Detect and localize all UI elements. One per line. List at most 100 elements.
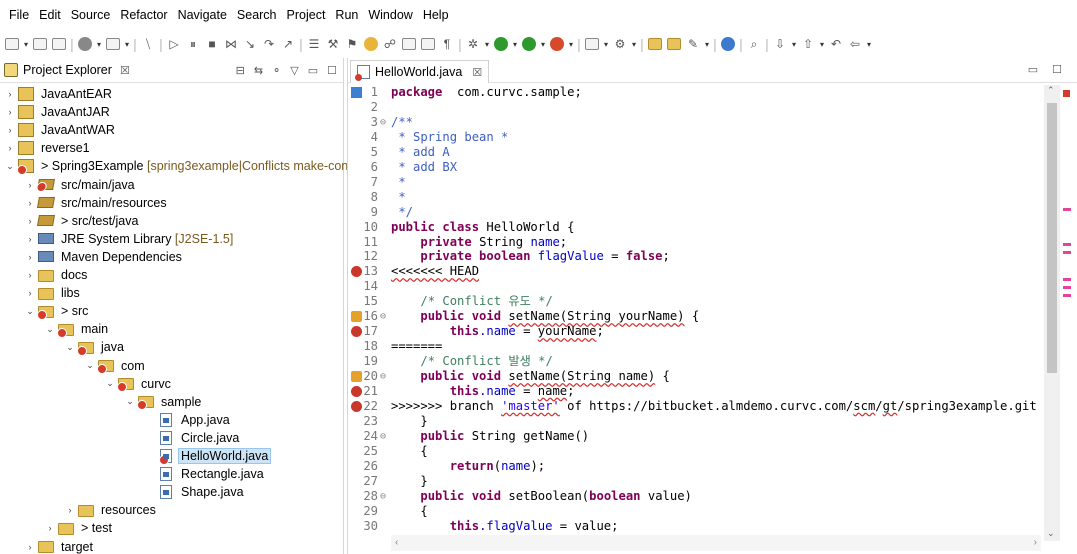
link-editor-icon[interactable]: ⇆ (254, 64, 263, 77)
chevron-right-icon[interactable]: › (1034, 537, 1037, 548)
menu-help[interactable]: Help (418, 0, 454, 30)
tree-item[interactable]: › > src/test/java (24, 212, 141, 230)
settings-icon[interactable]: ⚙ (611, 35, 629, 53)
chevron-right-icon[interactable]: › (4, 89, 16, 99)
chevron-down-icon[interactable]: ⌄ (24, 306, 36, 317)
tree-item[interactable]: › JavaAntWAR (4, 121, 118, 139)
chevron-left-icon[interactable]: ‹ (395, 537, 398, 548)
save-all-icon[interactable] (50, 35, 68, 53)
maximize-icon[interactable]: ☐ (327, 64, 337, 77)
code-line[interactable]: 10 public class HelloWorld { (348, 220, 1048, 235)
block-icon[interactable] (419, 35, 437, 53)
terminal-dropdown-icon[interactable]: ▾ (123, 35, 131, 53)
filter-icon[interactable]: ⚬ (272, 64, 281, 77)
run-icon[interactable] (492, 35, 510, 53)
chevron-right-icon[interactable]: › (4, 107, 16, 117)
chevron-down-icon[interactable]: ⌄ (44, 324, 56, 335)
menu-navigate[interactable]: Navigate (173, 0, 232, 30)
skip-breakpoints-icon[interactable]: ⧹ (139, 35, 157, 53)
overview-marker[interactable] (1063, 243, 1071, 246)
chevron-up-icon[interactable]: ⌃ (1047, 85, 1055, 96)
code-line[interactable]: 7 * (348, 175, 1048, 190)
chevron-down-icon[interactable]: ⌄ (1047, 528, 1055, 539)
code-line[interactable]: 20 ⊖ public void setName(String name) { (348, 369, 1048, 384)
minimize-icon[interactable]: ▭ (308, 64, 318, 77)
error-summary-icon[interactable] (1063, 90, 1070, 97)
coverage-icon[interactable] (520, 35, 538, 53)
code-line[interactable]: 8 * (348, 190, 1048, 205)
overview-marker[interactable] (1063, 294, 1071, 297)
highlight-icon[interactable] (362, 35, 380, 53)
code-line[interactable]: 16 ⊖ public void setName(String yourName)… (348, 309, 1048, 324)
code-line[interactable]: 6 * add BX (348, 160, 1048, 175)
code-line[interactable]: 14 (348, 279, 1048, 294)
code-line[interactable]: 23 } (348, 414, 1048, 429)
code-line[interactable]: 28 ⊖ public void setBoolean(boolean value… (348, 489, 1048, 504)
tab-helloworld-java[interactable]: HelloWorld.java ☒ (350, 60, 490, 83)
tree-item[interactable]: ⌄ java (64, 338, 127, 356)
tree-item[interactable]: › JavaAntJAR (4, 103, 113, 121)
prev-annotation-icon[interactable]: ⇧ (799, 35, 817, 53)
tree-item[interactable]: › JRE System Library [J2SE-1.5] (24, 230, 236, 248)
overview-marker[interactable] (1063, 278, 1071, 281)
menu-search[interactable]: Search (232, 0, 282, 30)
code-line[interactable]: 11 private String name; (348, 235, 1048, 250)
tree-item[interactable]: ⌄ curvc (104, 375, 174, 393)
tools-icon[interactable]: ⚒ (324, 35, 342, 53)
step-into-icon[interactable]: ↘ (241, 35, 259, 53)
chevron-right-icon[interactable]: › (24, 234, 36, 244)
save-icon[interactable] (31, 35, 49, 53)
tree-item[interactable]: HelloWorld.java (144, 447, 272, 465)
external-tools-icon[interactable] (548, 35, 566, 53)
code-editor[interactable]: 1 package com.curvc.sample; 2 3 ⊖/** 4 * Spri… (348, 85, 1048, 535)
tree-item[interactable]: › src/main/resources (24, 194, 170, 212)
tree-item[interactable]: › JavaAntEAR (4, 85, 115, 103)
next-annotation-dropdown-icon[interactable]: ▾ (790, 35, 798, 53)
tree-item[interactable]: ⌄ com (84, 357, 148, 375)
fold-toggle-icon[interactable]: ⊖ (378, 309, 388, 324)
profile-icon[interactable] (76, 35, 94, 53)
overview-marker[interactable] (1063, 251, 1071, 254)
close-icon[interactable]: ☒ (472, 66, 482, 79)
overview-marker[interactable] (1063, 286, 1071, 289)
tree-item[interactable]: ⌄ > Spring3Example [spring3example|Confli… (4, 157, 357, 176)
chevron-right-icon[interactable]: › (4, 143, 16, 153)
paragraph-icon[interactable]: ¶ (438, 35, 456, 53)
scrollbar-thumb[interactable] (1047, 103, 1057, 373)
code-line[interactable]: 1 package com.curvc.sample; (348, 85, 1048, 100)
disconnect-icon[interactable]: ⋈ (222, 35, 240, 53)
menu-project[interactable]: Project (282, 0, 331, 30)
code-line[interactable]: 25 { (348, 444, 1048, 459)
chevron-down-icon[interactable]: ⌄ (64, 342, 76, 353)
chevron-right-icon[interactable]: › (24, 216, 36, 226)
tree-item[interactable]: Rectangle.java (144, 465, 267, 483)
chevron-right-icon[interactable]: › (24, 542, 36, 552)
menu-source[interactable]: Source (66, 0, 116, 30)
run-dropdown-icon[interactable]: ▾ (511, 35, 519, 53)
code-line[interactable]: 9 */ (348, 205, 1048, 220)
tree-item[interactable]: › target (24, 538, 96, 554)
code-line[interactable]: 24 ⊖ public String getName() (348, 429, 1048, 444)
horizontal-scrollbar[interactable]: ‹ › (391, 535, 1041, 551)
code-line[interactable]: 4 * Spring bean * (348, 130, 1048, 145)
pen-dropdown-icon[interactable]: ▾ (703, 35, 711, 53)
chevron-down-icon[interactable]: ⌄ (124, 396, 136, 407)
fold-toggle-icon[interactable]: ⊖ (378, 115, 388, 130)
code-line[interactable]: 19 /* Conflict 발생 */ (348, 354, 1048, 369)
back-icon[interactable]: ⇦ (846, 35, 864, 53)
code-line[interactable]: 3 ⊖/** (348, 115, 1048, 130)
minimize-icon[interactable]: ▭ (1028, 63, 1038, 76)
maximize-icon[interactable]: ☐ (1052, 63, 1062, 76)
close-icon[interactable]: ☒ (120, 64, 130, 77)
console-icon[interactable]: ☰ (305, 35, 323, 53)
code-line[interactable]: 30 this.flagValue = value; (348, 519, 1048, 534)
back-dropdown-icon[interactable]: ▾ (865, 35, 873, 53)
fold-toggle-icon[interactable]: ⊖ (378, 369, 388, 384)
code-line[interactable]: 2 (348, 100, 1048, 115)
resume-icon[interactable]: ▷ (165, 35, 183, 53)
open-type-icon[interactable] (400, 35, 418, 53)
open-folder-icon[interactable] (646, 35, 664, 53)
debug-icon[interactable]: ✲ (464, 35, 482, 53)
code-line[interactable]: 18 ======= (348, 339, 1048, 354)
tree-item[interactable]: › resources (64, 501, 159, 519)
